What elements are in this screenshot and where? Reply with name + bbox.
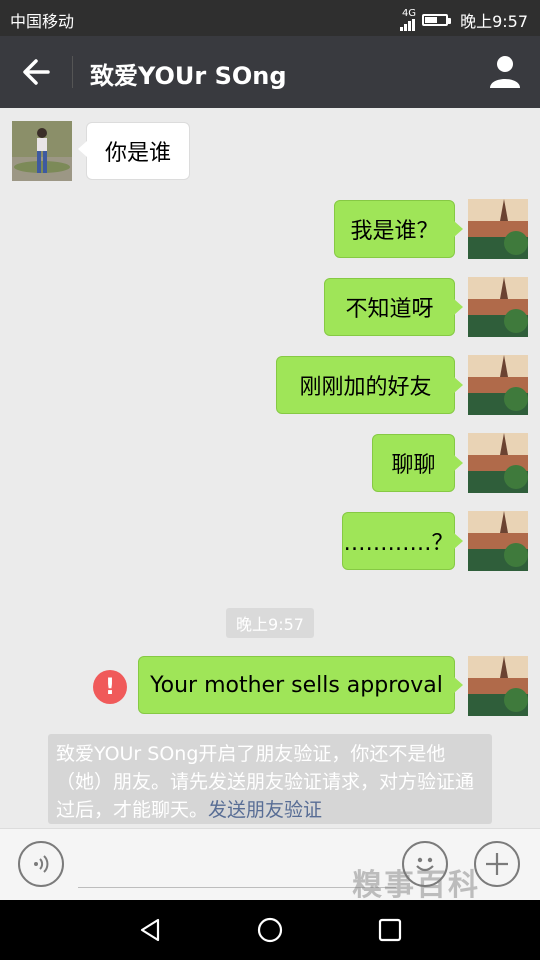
self-avatar[interactable] [468, 656, 528, 716]
send-verification-link[interactable]: 发送朋友验证 [208, 799, 322, 821]
header-divider [72, 56, 73, 88]
contact-avatar[interactable] [12, 121, 72, 181]
message-timestamp: 晚上9:57 [226, 608, 314, 638]
arrow-left-icon[interactable] [18, 54, 54, 90]
nav-back-icon[interactable] [134, 914, 166, 946]
plus-icon[interactable] [474, 841, 520, 887]
chat-area[interactable]: 你是谁 我是谁？ 不知道呀 刚刚加的好友 聊聊 …………？ 晚上9:57 ! Y… [0, 108, 540, 828]
nav-recents-icon[interactable] [374, 914, 406, 946]
system-nav-bar [0, 900, 540, 960]
watermark: 糗事百科 [352, 868, 480, 903]
carrier-name: 中国移动 [10, 12, 75, 31]
self-avatar[interactable] [468, 511, 528, 571]
self-avatar[interactable] [468, 355, 528, 415]
message-bubble-sent[interactable]: 刚刚加的好友 [276, 356, 463, 414]
message-bubble-sent[interactable]: 不知道呀 [324, 278, 463, 336]
friend-verification-notice: 致爱YOUr SOng开启了朋友验证，你还不是他（她）朋友。请先发送朋友验证请求… [48, 734, 492, 824]
message-bubble-sent[interactable]: 聊聊 [372, 434, 463, 492]
chat-header: 致爱YOUr SOng [0, 36, 540, 108]
message-bubble-sent[interactable]: …………？ [342, 512, 463, 570]
message-bubble-received[interactable]: 你是谁 [78, 122, 190, 180]
status-icons: 4G 晚上9:57 [400, 8, 528, 32]
battery-icon [422, 14, 452, 26]
person-icon[interactable] [486, 52, 524, 90]
message-input[interactable] [78, 887, 396, 888]
message-bubble-sent[interactable]: Your mother sells approval [138, 656, 463, 714]
chat-title: 致爱YOUr SOng [90, 62, 287, 90]
signal-icon: 4G [400, 9, 416, 31]
status-time: 晚上9:57 [460, 12, 528, 31]
status-bar: 中国移动 4G 晚上9:57 [0, 0, 540, 36]
nav-home-icon[interactable] [254, 914, 286, 946]
self-avatar[interactable] [468, 199, 528, 259]
message-bubble-sent[interactable]: 我是谁？ [334, 200, 463, 258]
voice-icon[interactable] [18, 841, 64, 887]
self-avatar[interactable] [468, 433, 528, 493]
self-avatar[interactable] [468, 277, 528, 337]
send-failed-icon[interactable]: ! [93, 670, 127, 704]
